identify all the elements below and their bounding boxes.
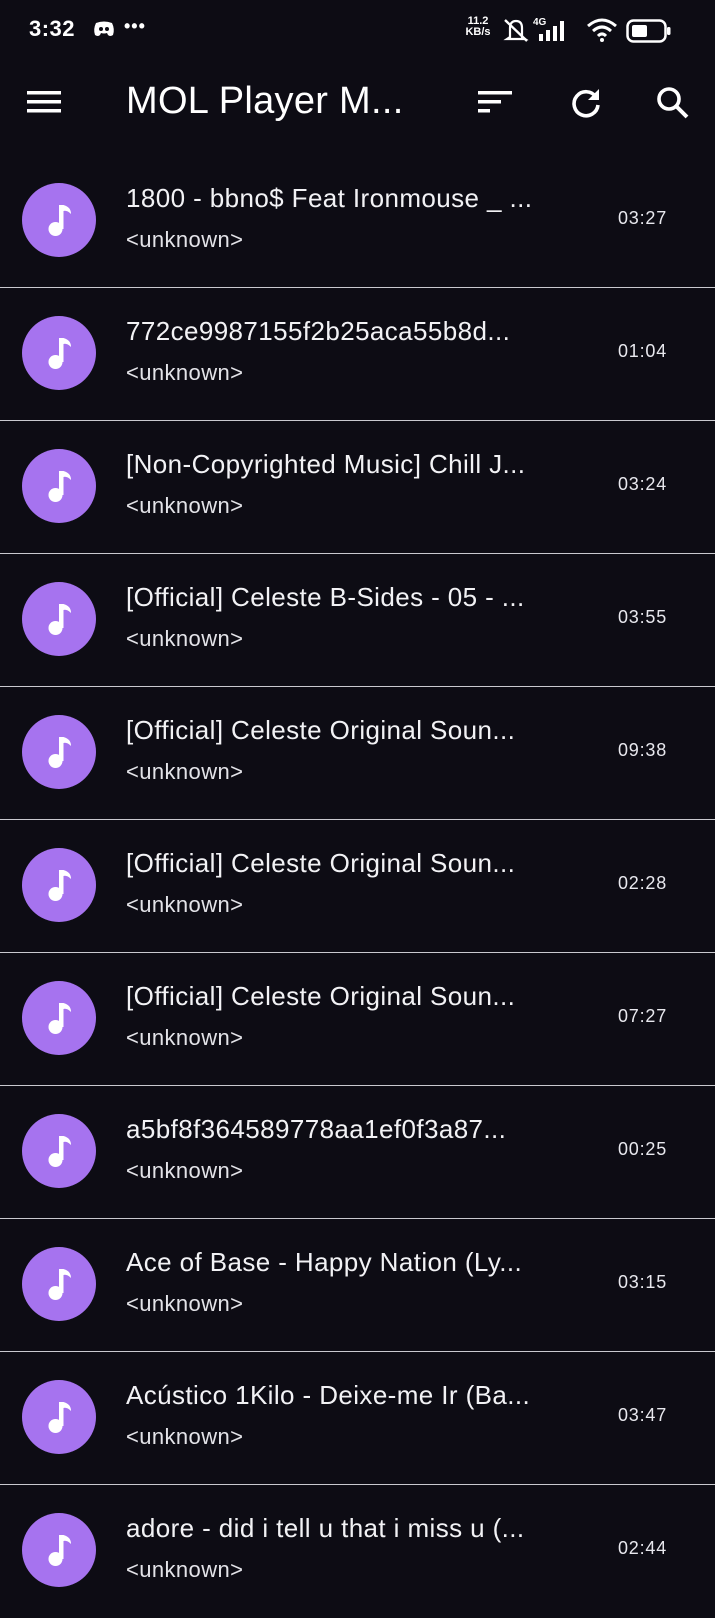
song-artist: <unknown> bbox=[126, 1025, 244, 1050]
song-artist: <unknown> bbox=[126, 892, 244, 917]
network-type: 4G bbox=[533, 17, 547, 28]
music-note-icon bbox=[48, 1535, 71, 1566]
song-title: [Official] Celeste B-Sides - 05 - ... bbox=[126, 582, 525, 612]
song-duration: 02:44 bbox=[618, 1538, 668, 1558]
song-artist: <unknown> bbox=[126, 360, 244, 385]
song-avatar bbox=[22, 1380, 96, 1454]
song-title: Ace of Base - Happy Nation (Ly... bbox=[126, 1247, 523, 1277]
status-bar: 3:32 ••• 11.2 KB/s 4G bbox=[0, 0, 715, 62]
song-artist: <unknown> bbox=[126, 493, 244, 518]
more-dots-icon: ••• bbox=[124, 16, 146, 36]
song-artist: <unknown> bbox=[126, 626, 244, 651]
song-row[interactable]: [Official] Celeste Original Soun... <unk… bbox=[0, 820, 715, 953]
song-list: 1800 - bbno$ Feat Ironmouse _ ... <unkno… bbox=[0, 155, 715, 1618]
song-artist: <unknown> bbox=[126, 1557, 244, 1582]
song-artist: <unknown> bbox=[126, 759, 244, 784]
song-title: a5bf8f364589778aa1ef0f3a87... bbox=[126, 1114, 507, 1144]
song-title: [Non-Copyrighted Music] Chill J... bbox=[126, 449, 526, 479]
song-avatar bbox=[22, 582, 96, 656]
sort-icon[interactable] bbox=[478, 89, 512, 120]
song-avatar bbox=[22, 449, 96, 523]
song-duration: 00:25 bbox=[618, 1139, 668, 1159]
music-note-icon bbox=[48, 1269, 71, 1300]
music-note-icon bbox=[48, 338, 71, 369]
song-title: [Official] Celeste Original Soun... bbox=[126, 848, 516, 878]
song-title: [Official] Celeste Original Soun... bbox=[126, 981, 516, 1011]
song-duration: 07:27 bbox=[618, 1006, 668, 1026]
song-row[interactable]: a5bf8f364589778aa1ef0f3a87... <unknown> … bbox=[0, 1086, 715, 1219]
song-duration: 03:27 bbox=[618, 208, 668, 228]
song-avatar bbox=[22, 848, 96, 922]
mute-icon bbox=[502, 17, 530, 48]
song-row[interactable]: Acústico 1Kilo - Deixe-me Ir (Ba... <unk… bbox=[0, 1352, 715, 1485]
song-row[interactable]: 1800 - bbno$ Feat Ironmouse _ ... <unkno… bbox=[0, 155, 715, 288]
song-avatar bbox=[22, 1114, 96, 1188]
song-title: adore - did i tell u that i miss u (... bbox=[126, 1513, 525, 1543]
music-note-icon bbox=[48, 604, 71, 635]
song-row[interactable]: Ace of Base - Happy Nation (Ly... <unkno… bbox=[0, 1219, 715, 1352]
song-duration: 03:15 bbox=[618, 1272, 668, 1292]
song-avatar bbox=[22, 1513, 96, 1587]
music-note-icon bbox=[48, 870, 71, 901]
battery-icon bbox=[626, 19, 672, 48]
music-note-icon bbox=[48, 205, 71, 236]
menu-icon[interactable] bbox=[27, 89, 61, 120]
song-title: [Official] Celeste Original Soun... bbox=[126, 715, 516, 745]
music-note-icon bbox=[48, 1003, 71, 1034]
song-duration: 03:55 bbox=[618, 607, 668, 627]
status-time: 3:32 bbox=[29, 16, 76, 41]
signal-icon: 4G bbox=[533, 16, 577, 49]
song-title: 1800 - bbno$ Feat Ironmouse _ ... bbox=[126, 183, 533, 213]
song-row[interactable]: [Official] Celeste Original Soun... <unk… bbox=[0, 687, 715, 820]
song-avatar bbox=[22, 183, 96, 257]
song-title: 772ce9987155f2b25aca55b8d... bbox=[126, 316, 511, 346]
song-duration: 09:38 bbox=[618, 740, 668, 760]
song-duration: 03:47 bbox=[618, 1405, 668, 1425]
song-row[interactable]: adore - did i tell u that i miss u (... … bbox=[0, 1485, 715, 1618]
song-artist: <unknown> bbox=[126, 1158, 244, 1183]
song-artist: <unknown> bbox=[126, 227, 244, 252]
song-row[interactable]: [Official] Celeste Original Soun... <unk… bbox=[0, 953, 715, 1086]
music-note-icon bbox=[48, 1402, 71, 1433]
wifi-icon bbox=[586, 17, 618, 48]
app-title: MOL Player M... bbox=[126, 80, 404, 122]
music-note-icon bbox=[48, 471, 71, 502]
song-artist: <unknown> bbox=[126, 1291, 244, 1316]
song-row[interactable]: 772ce9987155f2b25aca55b8d... <unknown> 0… bbox=[0, 288, 715, 421]
song-row[interactable]: [Official] Celeste B-Sides - 05 - ... <u… bbox=[0, 554, 715, 687]
net-speed: 11.2 KB/s bbox=[462, 16, 494, 38]
song-avatar bbox=[22, 316, 96, 390]
refresh-icon[interactable] bbox=[569, 86, 603, 125]
song-title: Acústico 1Kilo - Deixe-me Ir (Ba... bbox=[126, 1380, 531, 1410]
app-bar: MOL Player M... bbox=[0, 62, 715, 142]
net-speed-unit: KB/s bbox=[465, 26, 491, 38]
song-duration: 01:04 bbox=[618, 341, 668, 361]
music-note-icon bbox=[48, 1136, 71, 1167]
song-row[interactable]: [Non-Copyrighted Music] Chill J... <unkn… bbox=[0, 421, 715, 554]
song-duration: 03:24 bbox=[618, 474, 668, 494]
song-avatar bbox=[22, 1247, 96, 1321]
music-note-icon bbox=[48, 737, 71, 768]
song-duration: 02:28 bbox=[618, 873, 668, 893]
search-icon[interactable] bbox=[656, 86, 690, 125]
song-avatar bbox=[22, 715, 96, 789]
song-artist: <unknown> bbox=[126, 1424, 244, 1449]
discord-icon bbox=[92, 20, 116, 43]
song-avatar bbox=[22, 981, 96, 1055]
